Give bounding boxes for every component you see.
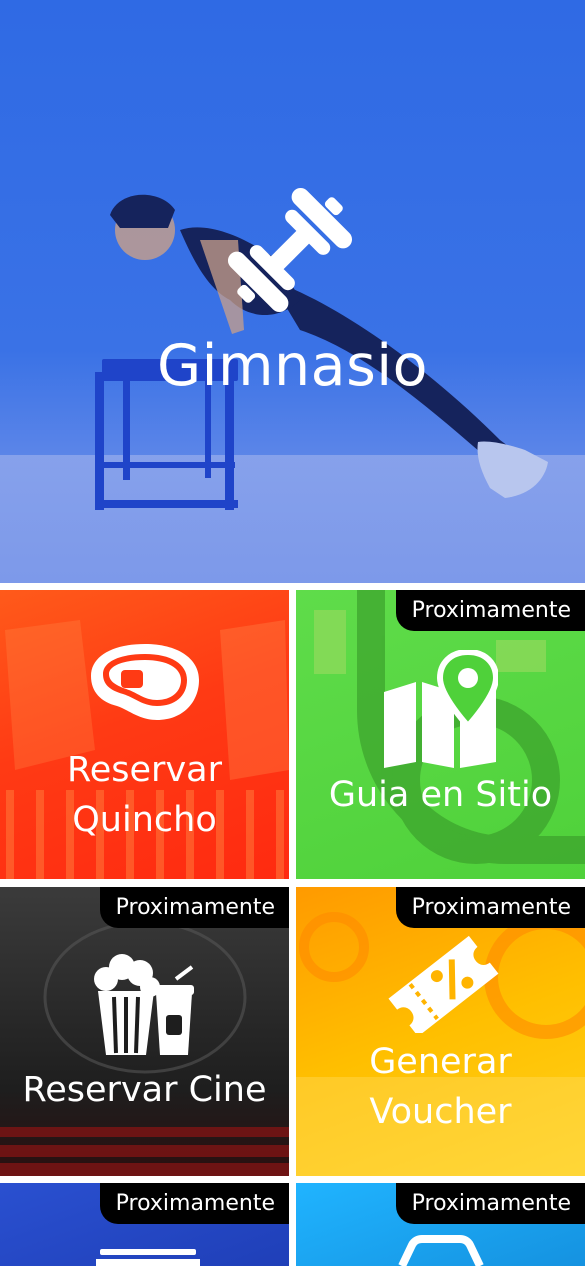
tile-label-line1: Generar [369, 1042, 512, 1082]
tile-guia-en-sitio[interactable]: Proximamente Guia en Sitio [296, 590, 585, 879]
coming-soon-badge: Proximamente [395, 887, 585, 928]
tile-label: Reservar Cine [22, 1070, 267, 1110]
tile-label: Guia en Sitio [328, 775, 553, 815]
coming-soon-badge: Proximamente [99, 1183, 289, 1224]
tile-label-line2: Voucher [369, 1092, 512, 1132]
gym-card[interactable]: Gimnasio [0, 0, 585, 583]
coming-soon-badge: Proximamente [395, 590, 585, 631]
tile-label-line1: Reservar [67, 750, 222, 790]
popcorn-soda-icon [94, 954, 194, 1055]
coming-soon-badge: Proximamente [99, 887, 289, 928]
tile-truck-service[interactable]: Proximamente [0, 1183, 289, 1266]
steak-icon [91, 644, 199, 720]
tile-generar-voucher[interactable]: Proximamente Generar Voucher [296, 887, 585, 1176]
tile-reservar-quincho[interactable]: Reservar Quincho [0, 590, 289, 879]
map-pin-icon [384, 650, 498, 768]
coming-soon-badge: Proximamente [395, 1183, 585, 1224]
hero-title: Gimnasio [157, 333, 428, 399]
tile-car-service[interactable]: Proximamente [296, 1183, 585, 1266]
dumbbell-icon [227, 187, 353, 313]
tile-reservar-cine[interactable]: Proximamente Reservar Cine [0, 887, 289, 1176]
truck-icon [96, 1249, 200, 1266]
voucher-percent-icon [388, 935, 499, 1033]
car-icon [398, 1235, 484, 1266]
tile-label-line2: Quincho [72, 800, 217, 840]
